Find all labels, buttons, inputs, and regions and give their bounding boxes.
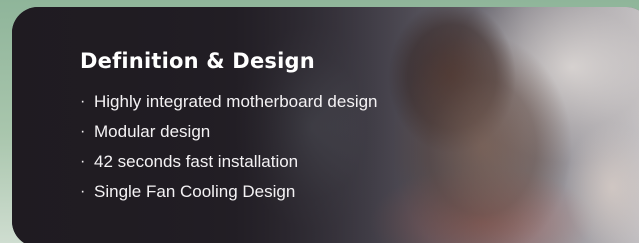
bullet-icon: · — [80, 93, 86, 110]
feature-label: 42 seconds fast installation — [94, 152, 299, 171]
feature-label: Highly integrated motherboard design — [94, 92, 378, 111]
bullet-icon: · — [80, 153, 86, 170]
feature-label: Modular design — [94, 122, 211, 141]
card-content: Definition & Design · Highly integrated … — [80, 47, 378, 207]
feature-list: · Highly integrated motherboard design ·… — [80, 87, 378, 207]
feature-item: · 42 seconds fast installation — [80, 147, 378, 177]
feature-label: Single Fan Cooling Design — [94, 182, 296, 201]
feature-item: · Modular design — [80, 117, 378, 147]
section-title: Definition & Design — [80, 49, 315, 73]
feature-item: · Highly integrated motherboard design — [80, 87, 378, 117]
bullet-icon: · — [80, 123, 86, 140]
feature-item: · Single Fan Cooling Design — [80, 177, 378, 207]
bullet-icon: · — [80, 183, 86, 200]
definition-design-card: Definition & Design · Highly integrated … — [12, 7, 639, 243]
